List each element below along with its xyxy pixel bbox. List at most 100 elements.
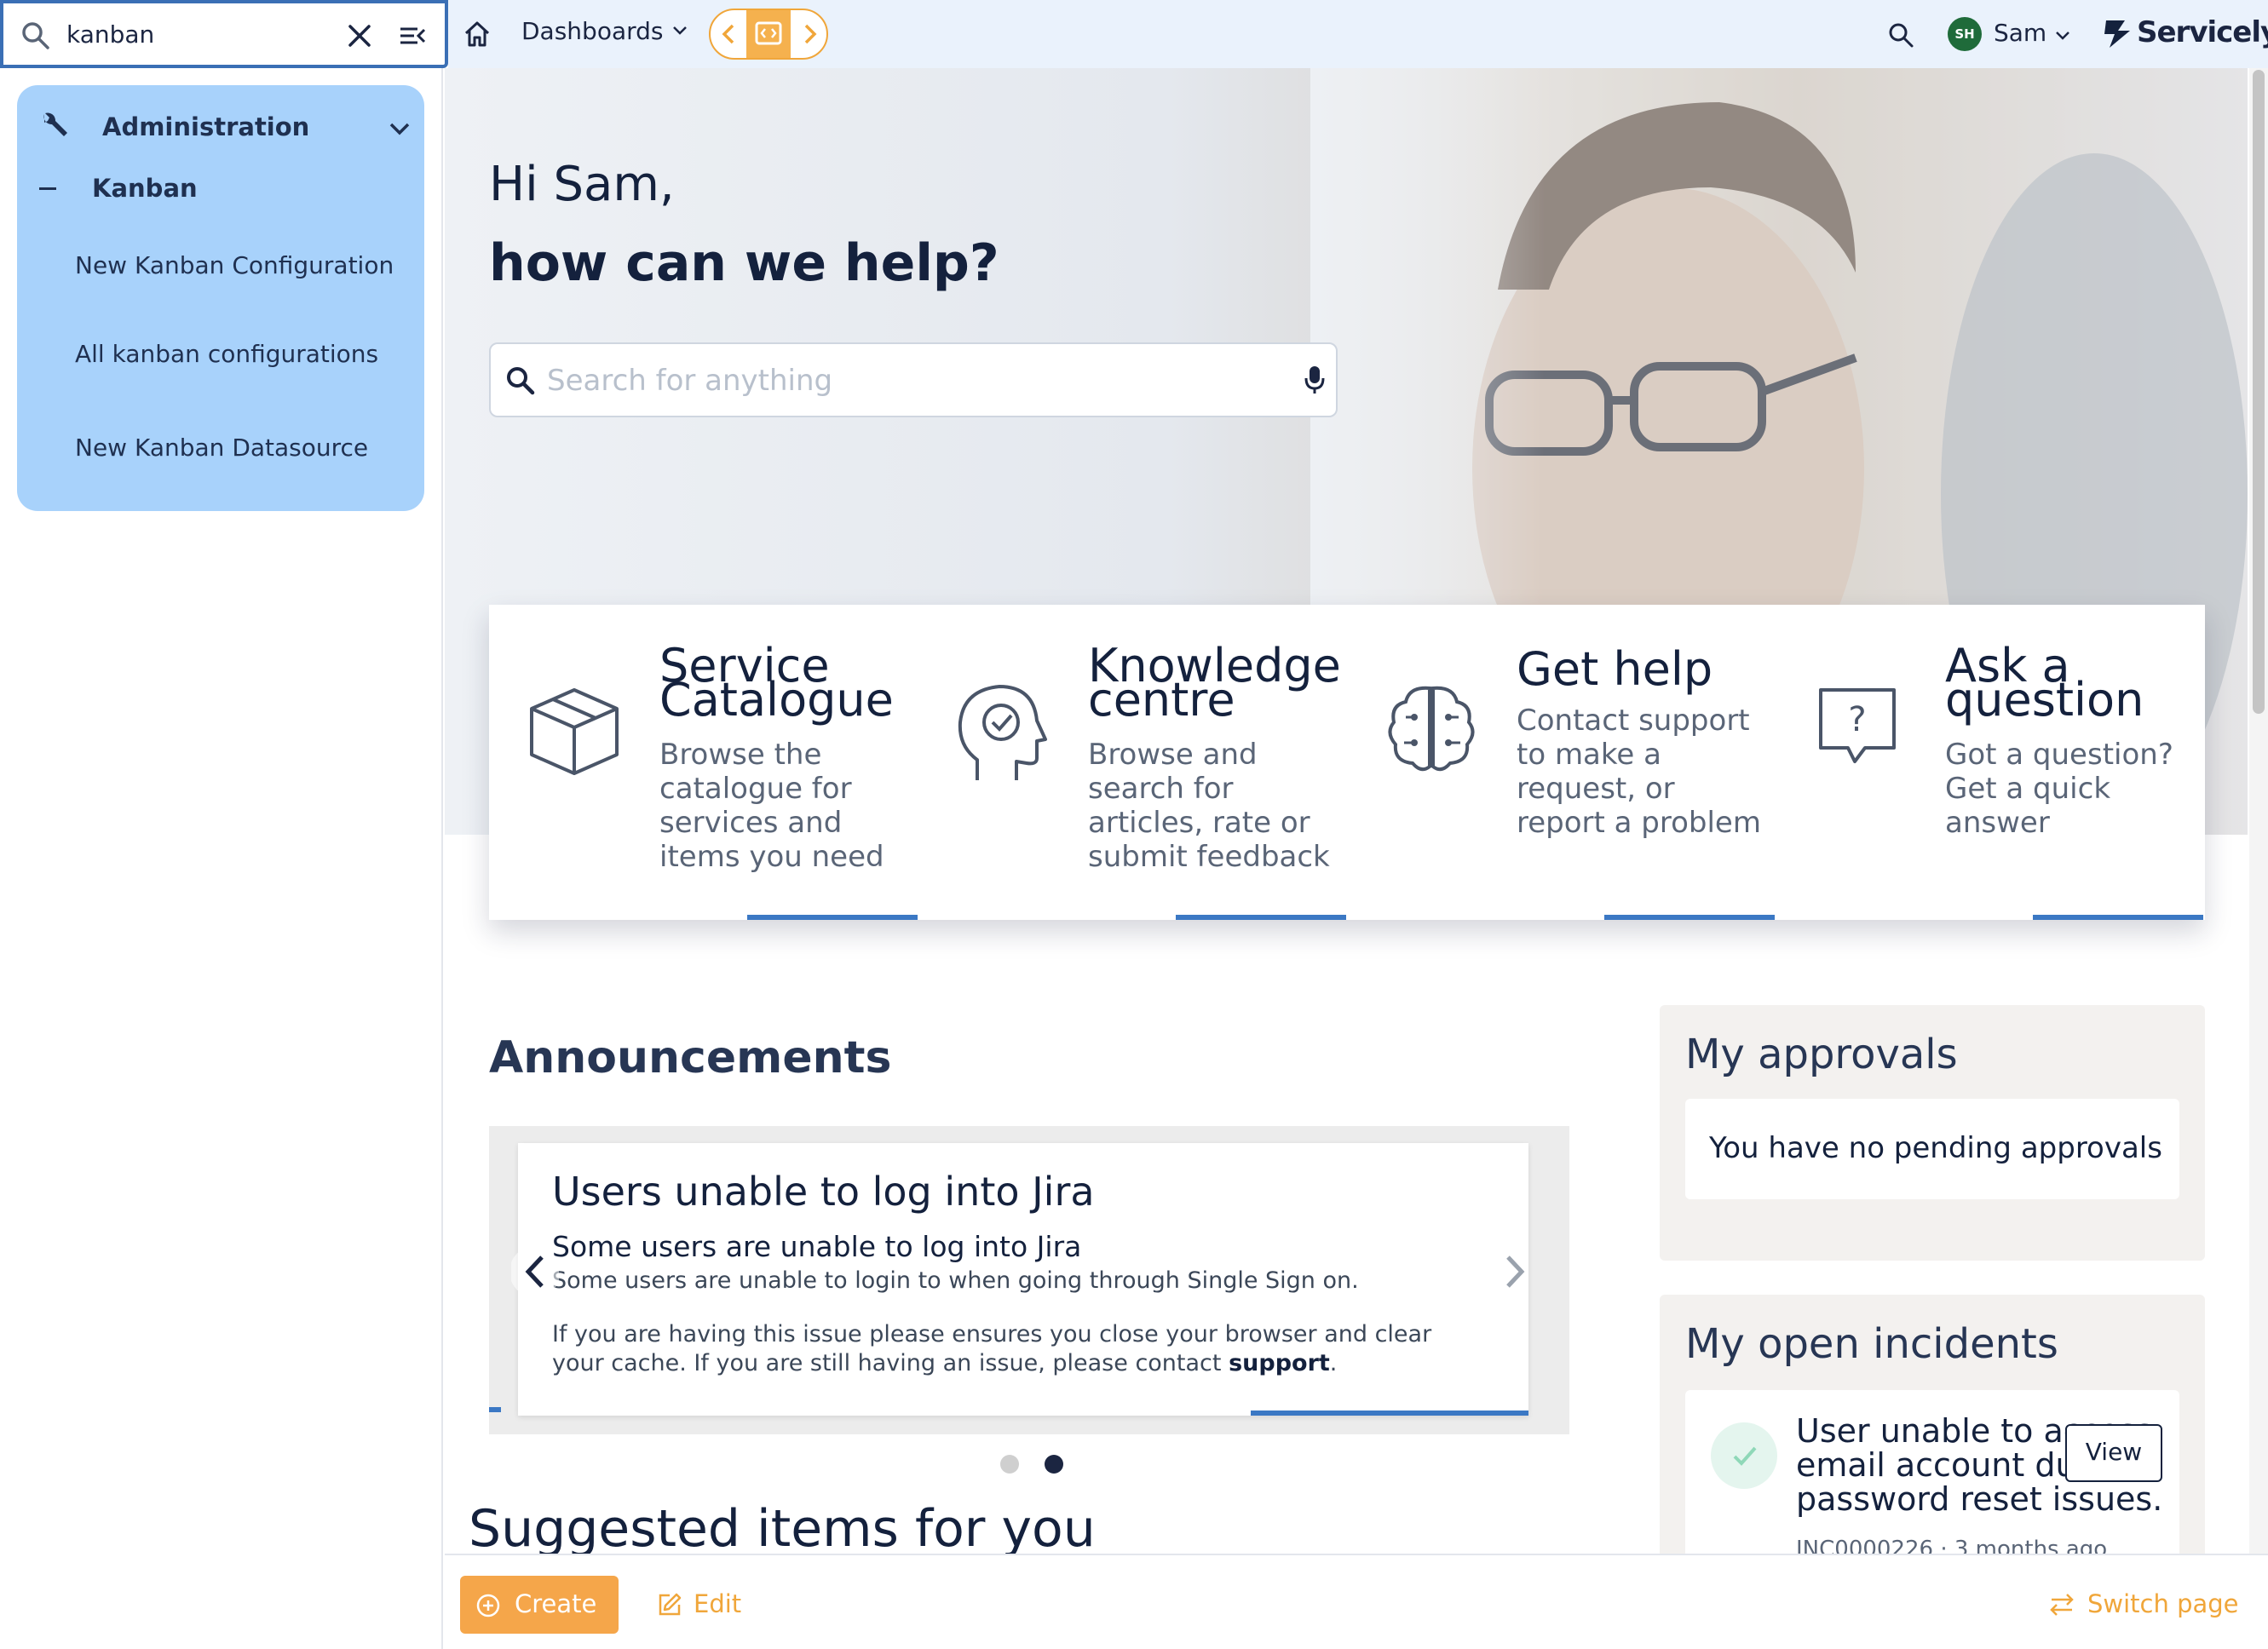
nav-filter-input[interactable] — [66, 17, 322, 51]
carousel-pagination — [1000, 1455, 1068, 1477]
search-icon — [504, 365, 537, 400]
switch-page-label: Switch page — [2087, 1589, 2239, 1618]
support-link[interactable]: support — [1229, 1350, 1330, 1376]
head-check-icon — [952, 678, 1054, 792]
chevron-right-icon[interactable] — [1491, 1240, 1539, 1303]
wrench-icon — [36, 109, 70, 147]
dashboards-menu[interactable]: Dashboards — [521, 17, 689, 51]
nav-section-label: Administration — [102, 112, 310, 141]
approvals-heading: My approvals — [1685, 1031, 1958, 1078]
clear-icon[interactable] — [343, 19, 377, 56]
nav-item-all-kanban-configurations[interactable]: All kanban configurations — [75, 337, 407, 371]
chevron-left-icon[interactable] — [711, 10, 746, 58]
tile-title: Get help — [1517, 642, 1713, 696]
announcement-body-paragraph: If you are having this issue please ensu… — [552, 1320, 1489, 1378]
nav-results-panel: Administration Kanban New Kanban Configu… — [17, 85, 424, 511]
tile-accent-bar — [1176, 915, 1346, 920]
plus-circle-icon — [475, 1593, 501, 1624]
approvals-empty-message: You have no pending approvals — [1685, 1099, 2179, 1199]
user-name: Sam — [1994, 19, 2047, 47]
carousel-dot[interactable] — [1000, 1455, 1019, 1474]
box-icon — [523, 678, 625, 784]
create-label: Create — [515, 1589, 597, 1618]
page-nav-pill — [709, 9, 828, 60]
check-icon — [1711, 1422, 1777, 1489]
switch-page-button[interactable]: Switch page — [2046, 1576, 2251, 1634]
tile-accent-bar — [1604, 915, 1775, 920]
hero-search-input[interactable] — [547, 359, 1280, 402]
quick-action-tiles: Service Catalogue Browse the catalogue f… — [489, 605, 2205, 920]
create-button[interactable]: Create — [460, 1576, 619, 1634]
collapse-dash-icon — [39, 187, 56, 190]
announcement-accent-bar — [1251, 1411, 1528, 1416]
nav-section-administration[interactable]: Administration — [36, 106, 411, 148]
announcements-carousel: Users unable to log into Jira Some users… — [489, 1126, 1569, 1434]
suggested-heading: Suggested items for you — [469, 1499, 1096, 1554]
nav-item-new-kanban-configuration[interactable]: New Kanban Configuration — [75, 249, 407, 283]
tile-description: Contact support to make a request, or re… — [1517, 704, 1761, 840]
main-content: Hi Sam, how can we help? Service Catalog… — [445, 68, 2248, 1554]
announcements-heading: Announcements — [489, 1032, 892, 1083]
edit-button[interactable]: Edit — [651, 1576, 753, 1634]
incidents-heading: My open incidents — [1685, 1320, 2058, 1368]
nav-group-kanban[interactable]: Kanban — [39, 170, 380, 208]
tile-accent-bar — [2033, 915, 2203, 920]
page-action-bar: Create Edit Switch page — [445, 1554, 2268, 1649]
home-icon[interactable] — [462, 19, 492, 53]
chevron-right-icon[interactable] — [791, 10, 826, 58]
tile-get-help[interactable]: Get help Contact support to make a reque… — [1346, 605, 1775, 920]
tile-title: Knowledge centre — [1088, 639, 1341, 727]
tile-service-catalogue[interactable]: Service Catalogue Browse the catalogue f… — [489, 605, 918, 920]
search-icon[interactable] — [1886, 20, 1915, 53]
tile-description: Got a question? Get a quick answer — [1945, 738, 2173, 840]
incident-meta: INC0000226 · 3 months ago — [1796, 1537, 2108, 1554]
avatar: SH — [1948, 17, 1982, 51]
tile-description: Browse and search for articles, rate or … — [1088, 738, 1330, 874]
collapse-menu-icon[interactable] — [395, 19, 429, 56]
code-view-icon[interactable] — [746, 10, 791, 58]
announcement-title: Users unable to log into Jira — [552, 1169, 1095, 1215]
brain-icon — [1380, 678, 1482, 784]
nav-filter — [0, 0, 448, 68]
top-bar: Dashboards SH Sam Servicely — [448, 0, 2268, 68]
slide-accent-bar — [489, 1407, 501, 1412]
microphone-icon[interactable] — [1302, 363, 1327, 400]
svg-text:?: ? — [1848, 700, 1866, 739]
chevron-left-icon[interactable] — [509, 1240, 561, 1303]
chevron-down-icon — [387, 116, 412, 145]
nav-item-new-kanban-datasource[interactable]: New Kanban Datasource — [75, 431, 407, 465]
my-approvals-widget: My approvals You have no pending approva… — [1660, 1005, 2205, 1261]
tile-ask-a-question[interactable]: ? Ask a question Got a question? Get a q… — [1775, 605, 2203, 920]
announcement-subtitle: Some users are unable to log into Jira — [552, 1230, 1082, 1263]
announcement-card[interactable]: Users unable to log into Jira Some users… — [518, 1143, 1528, 1416]
carousel-dot-active[interactable] — [1045, 1455, 1063, 1474]
dashboards-label: Dashboards — [521, 17, 664, 45]
my-open-incidents-widget: My open incidents User unable to access … — [1660, 1295, 2205, 1554]
tile-title: Service Catalogue — [659, 639, 894, 727]
tile-accent-bar — [747, 915, 918, 920]
greeting: Hi Sam, — [489, 157, 675, 212]
brand-name: Servicely — [2137, 15, 2268, 49]
brand-logo: Servicely — [2103, 14, 2268, 55]
scrollbar[interactable] — [2249, 68, 2268, 1554]
side-navigation: Administration Kanban New Kanban Configu… — [0, 0, 448, 1649]
hero-search — [489, 342, 1338, 417]
search-icon — [19, 19, 53, 56]
view-button[interactable]: View — [2065, 1424, 2162, 1482]
chevron-down-icon — [671, 17, 689, 45]
question-bubble-icon: ? — [1809, 678, 1911, 784]
tile-description: Browse the catalogue for services and it… — [659, 738, 884, 874]
edit-icon — [656, 1591, 683, 1624]
scrollbar-thumb[interactable] — [2253, 70, 2265, 714]
announcement-body-line: Some users are unable to login to when g… — [552, 1267, 1359, 1294]
edit-label: Edit — [694, 1589, 742, 1618]
incident-item[interactable]: User unable to access email account due … — [1685, 1390, 2179, 1554]
chevron-down-icon — [2053, 26, 2072, 48]
swap-arrows-icon — [2046, 1591, 2077, 1624]
help-heading: how can we help? — [489, 233, 999, 293]
announcement-body-end: . — [1329, 1350, 1338, 1376]
nav-group-label: Kanban — [92, 174, 198, 203]
tile-title: Ask a question — [1945, 639, 2144, 727]
lightning-logo-icon — [2103, 20, 2133, 55]
tile-knowledge-centre[interactable]: Knowledge centre Browse and search for a… — [918, 605, 1346, 920]
